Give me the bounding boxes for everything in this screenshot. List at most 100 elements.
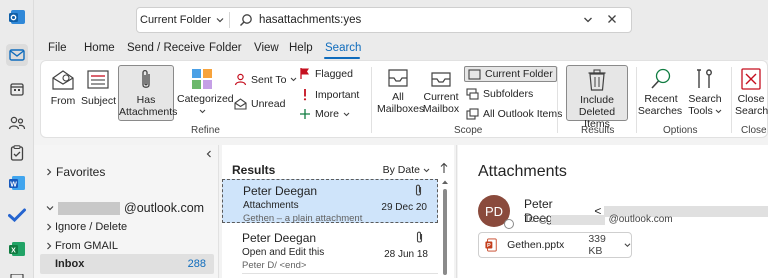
tab-search[interactable]: Search xyxy=(325,42,361,54)
unread-button[interactable]: Unread xyxy=(234,98,285,110)
calendar-icon[interactable] xyxy=(6,78,28,100)
search-ribbon: From Subject Has Attachments Categorized… xyxy=(40,60,768,138)
account-header[interactable]: @outlook.com xyxy=(46,201,204,215)
mail-icon[interactable] xyxy=(6,44,28,66)
tab-folder[interactable]: Folder xyxy=(209,42,242,54)
has-attachments-button[interactable]: Has Attachments xyxy=(118,65,177,121)
categorized-button[interactable]: Categorized xyxy=(177,67,234,117)
more-label: More xyxy=(315,108,339,120)
close-search-label-1: Close xyxy=(737,93,765,105)
chevron-right-icon xyxy=(47,242,52,250)
current-mailbox-label-1: Current xyxy=(423,91,459,103)
search-icon xyxy=(239,13,253,30)
scrollbar-thumb[interactable] xyxy=(443,189,447,275)
magnifier-icon xyxy=(651,68,671,89)
tab-file[interactable]: File xyxy=(48,42,67,54)
recipient-line: To @outlook.com xyxy=(524,214,673,225)
folder-inbox[interactable]: Inbox 288 xyxy=(40,254,214,274)
results-header: Results xyxy=(232,163,276,177)
all-mailboxes-label-2: Mailboxes xyxy=(377,103,425,115)
message-sender: Peter Deegan xyxy=(243,184,318,198)
tasks-icon[interactable] xyxy=(6,142,28,164)
chevron-down-icon xyxy=(715,109,722,113)
collapse-pane-icon[interactable] xyxy=(206,149,212,161)
tab-help[interactable]: Help xyxy=(289,42,313,54)
chevron-right-icon xyxy=(47,223,52,231)
results-group-label: Results xyxy=(581,125,615,136)
current-mailbox-button[interactable]: Current Mailbox xyxy=(421,67,461,115)
favorites-header[interactable]: Favorites xyxy=(46,165,105,179)
all-mailboxes-button[interactable]: All Mailboxes xyxy=(377,67,425,115)
current-mailbox-label-2: Mailbox xyxy=(422,103,460,115)
search-options-chevron-icon[interactable] xyxy=(583,15,593,27)
clear-search-icon[interactable] xyxy=(607,14,617,27)
scroll-up-icon[interactable] xyxy=(440,178,450,186)
scope-dropdown[interactable]: Current Folder xyxy=(140,10,224,30)
people-icon[interactable] xyxy=(6,112,28,134)
sort-direction-arrow-icon[interactable] xyxy=(440,162,448,177)
excel-icon[interactable]: X xyxy=(6,238,28,260)
avatar-initials: PD xyxy=(484,203,504,219)
flag-icon xyxy=(300,68,309,79)
search-tools-button[interactable]: Search Tools xyxy=(687,67,723,117)
from-label: From xyxy=(50,95,76,107)
tab-home[interactable]: Home xyxy=(84,42,115,54)
tab-view[interactable]: View xyxy=(254,42,279,54)
subfolders-icon xyxy=(466,88,479,100)
group-divider xyxy=(371,67,372,133)
folder-label: From GMAIL xyxy=(55,240,118,252)
list-scrollbar[interactable] xyxy=(440,177,450,278)
sent-to-button[interactable]: Sent To xyxy=(234,73,297,86)
group-divider xyxy=(557,67,558,133)
folder-from-gmail[interactable]: From GMAIL xyxy=(46,240,118,252)
attachment-chip[interactable]: P Gethen.pptx 339 KB xyxy=(478,232,632,258)
current-folder-button[interactable]: Current Folder xyxy=(464,66,557,82)
tools-icon xyxy=(697,69,712,88)
chevron-down-icon xyxy=(46,206,54,211)
list-item[interactable]: Peter Deegan Attachments Gethen – a plai… xyxy=(222,179,438,224)
attachment-paperclip-icon xyxy=(415,231,424,247)
svg-text:P: P xyxy=(487,243,491,249)
paperclip-icon xyxy=(142,69,150,88)
reading-pane: Attachments PD Peter Deegan < To @outloo… xyxy=(458,145,768,278)
flagged-button[interactable]: Flagged xyxy=(299,67,353,80)
pane-divider xyxy=(218,145,219,278)
close-search-button[interactable]: Close Search xyxy=(735,67,768,117)
redacted-account-name xyxy=(58,201,120,215)
chevron-down-icon[interactable] xyxy=(624,242,631,248)
more-apps-icon[interactable] xyxy=(6,268,28,278)
more-button[interactable]: More xyxy=(299,108,350,120)
folder-ignore-delete[interactable]: Ignore / Delete xyxy=(46,221,127,233)
message-preview: Gethen – a plain attachment xyxy=(243,213,363,224)
include-deleted-label-1: Include xyxy=(580,94,614,106)
sort-dropdown[interactable]: By Date xyxy=(383,164,430,176)
todo-check-icon[interactable] xyxy=(6,204,28,226)
message-sender: Peter Deegan xyxy=(242,231,317,245)
word-icon[interactable]: W xyxy=(6,172,28,194)
categories-icon xyxy=(192,69,212,89)
tab-send-receive[interactable]: Send / Receive xyxy=(127,42,205,54)
folder-icon xyxy=(468,68,481,80)
list-item[interactable]: Peter Deegan Open and Edit this Peter D/… xyxy=(222,227,438,271)
subject-button[interactable]: Subject xyxy=(81,67,117,107)
all-outlook-items-label: All Outlook Items xyxy=(483,108,563,120)
trash-icon xyxy=(588,69,606,91)
attachment-paperclip-icon xyxy=(414,184,423,200)
exclamation-icon xyxy=(303,89,307,101)
important-button[interactable]: Important xyxy=(299,88,359,101)
search-input[interactable] xyxy=(259,12,559,28)
all-outlook-items-button[interactable]: All Outlook Items xyxy=(466,108,562,120)
inbox-label: Inbox xyxy=(55,258,85,270)
from-button[interactable]: From xyxy=(49,67,77,107)
account-domain: @outlook.com xyxy=(124,201,205,215)
sent-to-label: Sent To xyxy=(251,73,287,86)
chevron-down-icon xyxy=(423,168,430,172)
all-mailboxes-label-1: All xyxy=(392,91,404,103)
recipient-presence-icon xyxy=(538,215,547,224)
subfolders-button[interactable]: Subfolders xyxy=(466,88,533,100)
current-folder-label: Current Folder xyxy=(485,68,553,80)
subject-label: Subject xyxy=(81,95,117,107)
include-deleted-items-button[interactable]: Include Deleted Items xyxy=(566,65,628,130)
recent-searches-button[interactable]: Recent Searches xyxy=(638,67,683,117)
search-divider xyxy=(229,12,230,28)
